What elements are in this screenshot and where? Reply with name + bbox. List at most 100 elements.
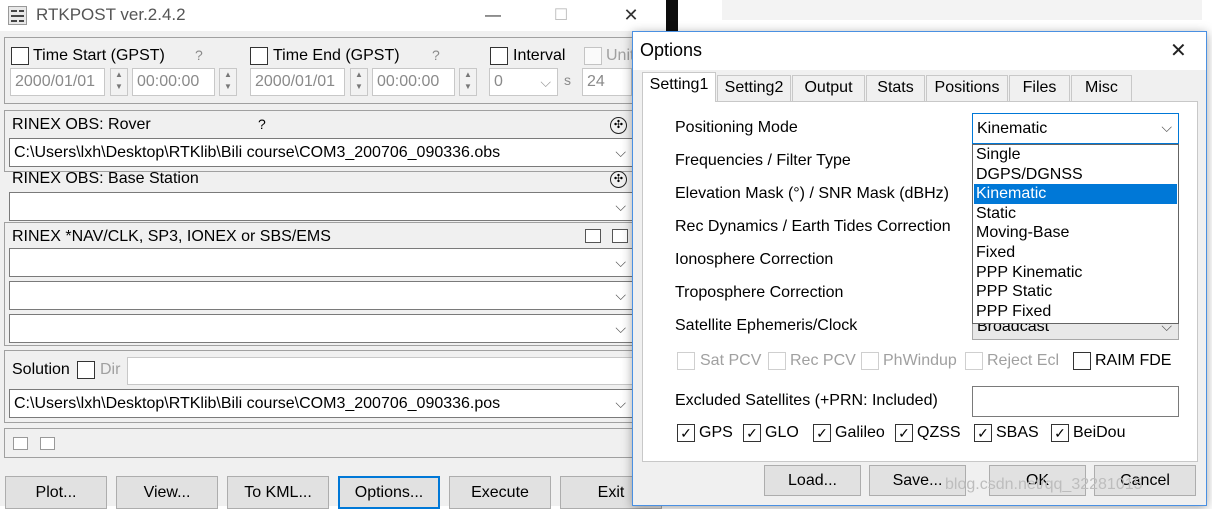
troposphere-label: Troposphere Correction xyxy=(675,284,844,301)
positioning-mode-value: Kinematic xyxy=(977,120,1048,137)
tab-misc[interactable]: Misc xyxy=(1071,75,1132,101)
globe-icon[interactable]: ✣ xyxy=(610,117,627,134)
sbas-checkbox[interactable]: ✓ xyxy=(974,424,992,442)
glo-checkbox[interactable]: ✓ xyxy=(743,424,761,442)
maximize-button[interactable]: ☐ xyxy=(538,0,584,31)
solution-file-combo[interactable]: C:\Users\lxh\Desktop\RTKlib\Bili course\… xyxy=(9,389,633,418)
options-close-button[interactable]: ✕ xyxy=(1170,38,1187,63)
unit-label: Unit xyxy=(606,47,635,64)
interval-select[interactable]: 0 ⌵ xyxy=(489,68,558,96)
elevation-mask-label: Elevation Mask (°) / SNR Mask (dBHz) xyxy=(675,185,950,202)
interval-label: Interval xyxy=(513,47,566,64)
excluded-satellites-label: Excluded Satellites (+PRN: Included) xyxy=(675,392,938,409)
reject-ecl-checkbox[interactable] xyxy=(965,352,983,370)
rtkpost-app-icon xyxy=(8,6,27,25)
tab-positions[interactable]: Positions xyxy=(926,75,1008,101)
rover-file-combo[interactable]: C:\Users\lxh\Desktop\RTKlib\Bili course\… xyxy=(9,138,633,167)
rec-dynamics-label: Rec Dynamics / Earth Tides Correction xyxy=(675,218,951,235)
time-end-label: Time End (GPST) xyxy=(273,47,400,64)
ephemeris-label: Satellite Ephemeris/Clock xyxy=(675,317,858,334)
view-button[interactable]: View... xyxy=(116,476,218,509)
positioning-mode-dropdown[interactable]: Single DGPS/DGNSS Kinematic Static Movin… xyxy=(972,144,1179,324)
execute-button[interactable]: Execute xyxy=(449,476,551,509)
solution-file-path: C:\Users\lxh\Desktop\RTKlib\Bili course\… xyxy=(14,395,501,412)
tab-setting2[interactable]: Setting2 xyxy=(717,75,791,101)
excluded-satellites-input[interactable] xyxy=(972,386,1179,417)
frequencies-label: Frequencies / Filter Type xyxy=(675,152,851,169)
qzss-label: QZSS xyxy=(917,424,961,441)
dir-label: Dir xyxy=(100,361,121,378)
base-file-combo[interactable]: ⌵ xyxy=(9,192,633,221)
globe-icon[interactable]: ✣ xyxy=(610,171,627,188)
beidou-checkbox[interactable]: ✓ xyxy=(1051,424,1069,442)
qzss-checkbox[interactable]: ✓ xyxy=(895,424,913,442)
chevron-down-icon: ⌵ xyxy=(615,144,626,160)
gps-checkbox[interactable]: ✓ xyxy=(677,424,695,442)
solution-label: Solution xyxy=(12,361,70,378)
tab-files[interactable]: Files xyxy=(1009,75,1070,101)
rover-help[interactable]: ? xyxy=(258,116,266,132)
options-button[interactable]: Options... xyxy=(338,476,440,509)
view-file-icon[interactable] xyxy=(612,229,628,243)
nav-file-combo-2[interactable]: ⌵ xyxy=(9,281,633,310)
dropdown-option[interactable]: PPP Kinematic xyxy=(974,263,1177,283)
dropdown-option-selected[interactable]: Kinematic xyxy=(974,184,1177,204)
start-time-spinner[interactable]: ▲ ▼ xyxy=(219,68,237,96)
positioning-mode-label: Positioning Mode xyxy=(675,119,798,136)
phwindup-label: PhWindup xyxy=(883,352,957,369)
end-time-input[interactable]: 00:00:00 xyxy=(372,68,455,96)
unit-input[interactable]: 24 xyxy=(582,68,632,96)
tab-setting1[interactable]: Setting1 xyxy=(642,72,716,102)
time-start-help[interactable]: ? xyxy=(195,47,203,63)
galileo-checkbox[interactable]: ✓ xyxy=(813,424,831,442)
dropdown-option[interactable]: DGPS/DGNSS xyxy=(974,165,1177,185)
dropdown-option[interactable]: Single xyxy=(974,145,1177,165)
raim-fde-label: RAIM FDE xyxy=(1095,352,1172,369)
rec-pcv-checkbox[interactable] xyxy=(768,352,786,370)
minimize-button[interactable]: — xyxy=(470,0,516,31)
nav-label: RINEX *NAV/CLK, SP3, IONEX or SBS/EMS xyxy=(12,228,331,245)
phwindup-checkbox[interactable] xyxy=(861,352,879,370)
reject-ecl-label: Reject Ecl xyxy=(987,352,1060,369)
raim-fde-checkbox[interactable] xyxy=(1073,352,1091,370)
to-kml-button[interactable]: To KML... xyxy=(227,476,329,509)
time-end-help[interactable]: ? xyxy=(432,47,440,63)
status-panel xyxy=(4,428,660,458)
dropdown-option[interactable]: Moving-Base xyxy=(974,223,1177,243)
positioning-mode-select[interactable]: Kinematic ⌵ xyxy=(972,113,1179,144)
tab-output[interactable]: Output xyxy=(792,75,865,101)
chevron-down-icon: ⌵ xyxy=(540,74,551,90)
tab-stats[interactable]: Stats xyxy=(866,75,925,101)
view-file-icon[interactable] xyxy=(585,229,601,243)
base-label: RINEX OBS: Base Station xyxy=(12,170,199,187)
nav-file-combo-3[interactable]: ⌵ xyxy=(9,314,633,343)
interval-checkbox[interactable] xyxy=(490,47,508,65)
load-button[interactable]: Load... xyxy=(764,465,861,496)
unit-checkbox[interactable] xyxy=(584,47,602,65)
dir-input[interactable] xyxy=(127,357,633,385)
end-date-spinner[interactable]: ▲ ▼ xyxy=(350,68,368,96)
ionosphere-label: Ionosphere Correction xyxy=(675,251,834,268)
rtkpost-window: RTKPOST ver.2.4.2 — ☐ ✕ Time Start (GPST… xyxy=(0,0,666,509)
nav-file-combo-1[interactable]: ⌵ xyxy=(9,248,633,277)
start-date-spinner[interactable]: ▲ ▼ xyxy=(110,68,128,96)
status-indicator xyxy=(13,437,28,450)
start-date-input[interactable]: 2000/01/01 xyxy=(10,68,105,96)
dropdown-option[interactable]: Fixed xyxy=(974,243,1177,263)
dropdown-option[interactable]: Static xyxy=(974,204,1177,224)
rover-file-path: C:\Users\lxh\Desktop\RTKlib\Bili course\… xyxy=(14,144,501,161)
sat-pcv-checkbox[interactable] xyxy=(677,352,695,370)
start-time-input[interactable]: 00:00:00 xyxy=(132,68,215,96)
dropdown-option[interactable]: PPP Fixed xyxy=(974,302,1177,322)
chevron-down-icon: ⌵ xyxy=(615,198,626,214)
plot-button[interactable]: Plot... xyxy=(5,476,107,509)
window-title: RTKPOST ver.2.4.2 xyxy=(36,5,186,24)
end-time-spinner[interactable]: ▲ ▼ xyxy=(459,68,477,96)
time-start-checkbox[interactable] xyxy=(11,47,29,65)
dir-checkbox[interactable] xyxy=(77,361,95,379)
time-end-checkbox[interactable] xyxy=(250,47,268,65)
close-button[interactable]: ✕ xyxy=(608,0,654,31)
interval-unit-label: s xyxy=(564,72,571,88)
end-date-input[interactable]: 2000/01/01 xyxy=(250,68,345,96)
dropdown-option[interactable]: PPP Static xyxy=(974,282,1177,302)
